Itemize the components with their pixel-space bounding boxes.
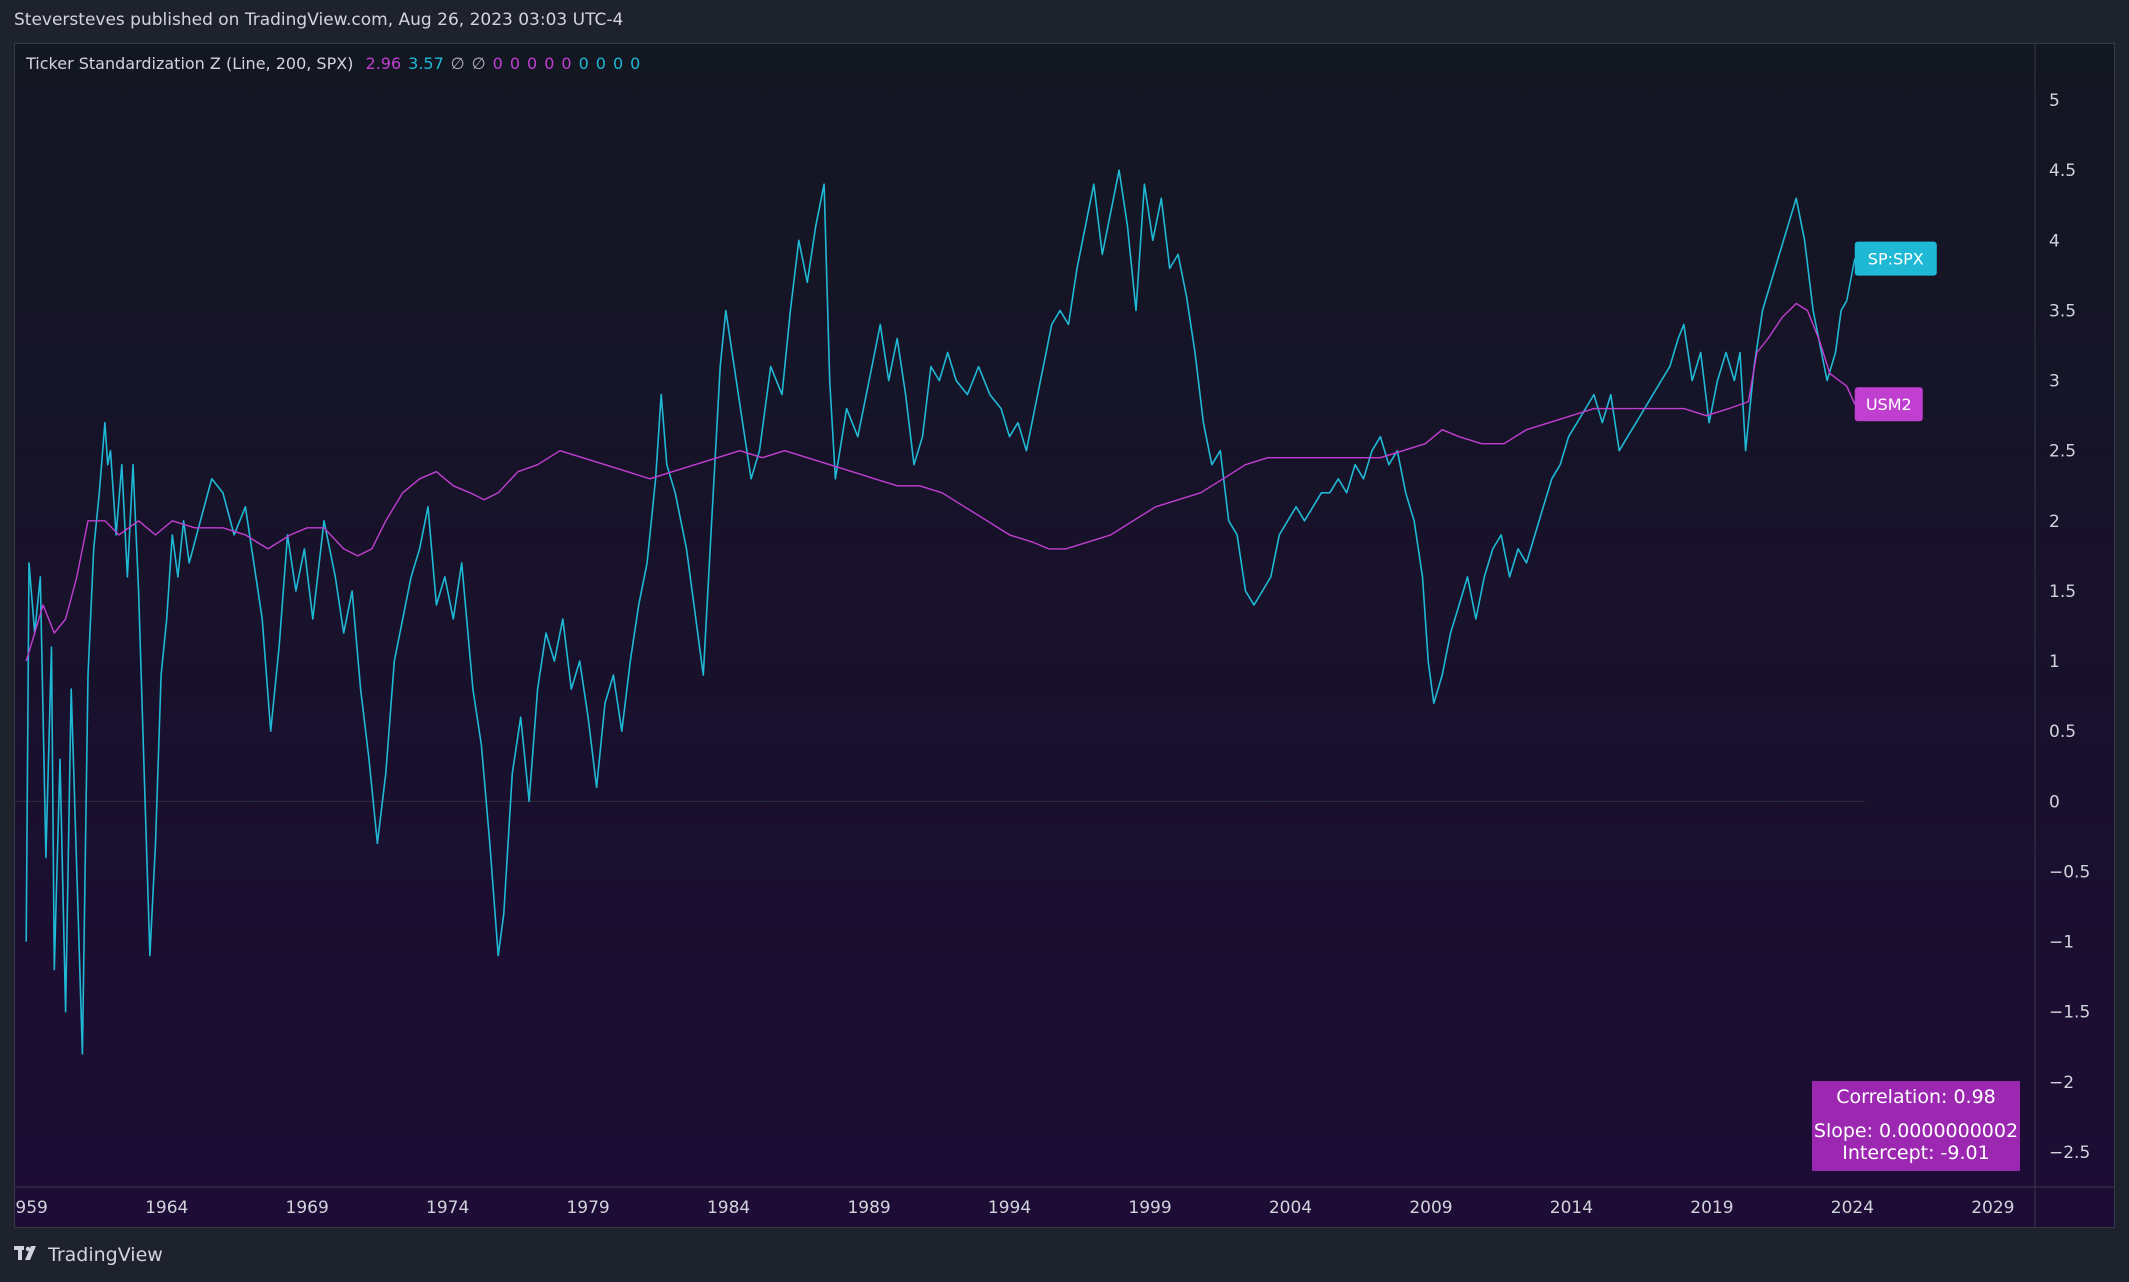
y-tick-label: −2	[2049, 1073, 2074, 1093]
x-tick-label: 1994	[988, 1198, 1031, 1218]
x-tick-label: 2029	[1971, 1198, 2014, 1218]
legend-value-2: ∅	[450, 54, 465, 73]
y-tick-label: 1	[2049, 652, 2060, 672]
legend-value-5: 0	[509, 54, 521, 73]
plot-background	[15, 44, 2114, 1227]
y-tick-label: −1.5	[2049, 1003, 2090, 1023]
x-tick-label: 1979	[566, 1198, 609, 1218]
y-tick-label: −2.5	[2049, 1143, 2090, 1163]
legend-value-4: 0	[492, 54, 503, 73]
x-tick-label: 2004	[1269, 1198, 1312, 1218]
publish-header: Steversteves published on TradingView.co…	[14, 10, 624, 30]
legend-indicator-name: Ticker Standardization Z (Line, 200, SPX…	[26, 54, 354, 73]
x-tick-label: 1964	[145, 1198, 188, 1218]
chart-svg[interactable]: SP:SPX USM2 5 4.5 4 3.5 3 2.5 2 1.5 1 0.5 0 −0.5 −1 −1.…	[15, 44, 2114, 1227]
x-tick-label: 1984	[707, 1198, 750, 1218]
x-tick-label: 2024	[1831, 1198, 1874, 1218]
legend-values: 2.96 3.57 ∅ ∅ 0 0 0 0 0 0 0 0 0	[366, 54, 648, 73]
legend-value-1: 3.57	[408, 54, 444, 73]
legend-value-10: 0	[595, 54, 606, 73]
x-tick-label: 1969	[286, 1198, 329, 1218]
legend-value-12: 0	[630, 54, 641, 73]
legend-value-11: 0	[612, 54, 624, 73]
y-tick-label: −0.5	[2049, 862, 2090, 882]
legend-value-9: 0	[578, 54, 589, 73]
y-tick-label: 4	[2049, 231, 2060, 251]
legend-value-7: 0	[544, 54, 555, 73]
y-tick-label: 3.5	[2049, 301, 2076, 321]
x-tick-label: 1989	[847, 1198, 890, 1218]
correlation-text: Correlation: 0.98	[1836, 1086, 1996, 1108]
y-tick-label: 1.5	[2049, 582, 2076, 602]
y-tick-label: 5	[2049, 91, 2060, 111]
x-tick-label: 2019	[1690, 1198, 1733, 1218]
y-tick-label: 4.5	[2049, 161, 2076, 181]
tradingview-brand[interactable]: TradingView	[14, 1243, 163, 1267]
legend-value-8: 0	[561, 54, 572, 73]
legend-value-0: 2.96	[365, 54, 402, 73]
slope-text: Slope: 0.0000000002	[1813, 1120, 2019, 1142]
tradingview-brand-text: TradingView	[48, 1244, 163, 1266]
intercept-text: Intercept: -9.01	[1842, 1142, 1990, 1164]
y-tick-label: 0.5	[2049, 722, 2076, 742]
x-tick-label: 1974	[426, 1198, 469, 1218]
x-tick-label: 1999	[1128, 1198, 1171, 1218]
legend-value-3: ∅	[471, 54, 486, 73]
chart-frame[interactable]: SP:SPX USM2 5 4.5 4 3.5 3 2.5 2 1.5 1 0.5 0 −0.5 −1 −1.…	[14, 43, 2115, 1228]
y-tick-label: −1	[2049, 933, 2074, 953]
x-tick-label: 2014	[1550, 1198, 1593, 1218]
y-tick-label: 2.5	[2049, 442, 2076, 462]
regression-stats-box: Correlation: 0.98 Slope: 0.0000000002 In…	[1812, 1081, 2020, 1171]
x-tick-label: 1959	[15, 1198, 48, 1218]
y-tick-label: 0	[2049, 792, 2060, 812]
series-label-0: SP:SPX	[1868, 250, 1924, 269]
legend-value-6: 0	[527, 54, 538, 73]
x-tick-label: 2009	[1409, 1198, 1452, 1218]
y-tick-label: 2	[2049, 512, 2060, 532]
indicator-legend[interactable]: Ticker Standardization Z (Line, 200, SPX…	[26, 54, 654, 73]
y-tick-label: 3	[2049, 372, 2060, 392]
series-label-1: USM2	[1866, 395, 1912, 414]
tradingview-logo-icon	[14, 1243, 40, 1267]
